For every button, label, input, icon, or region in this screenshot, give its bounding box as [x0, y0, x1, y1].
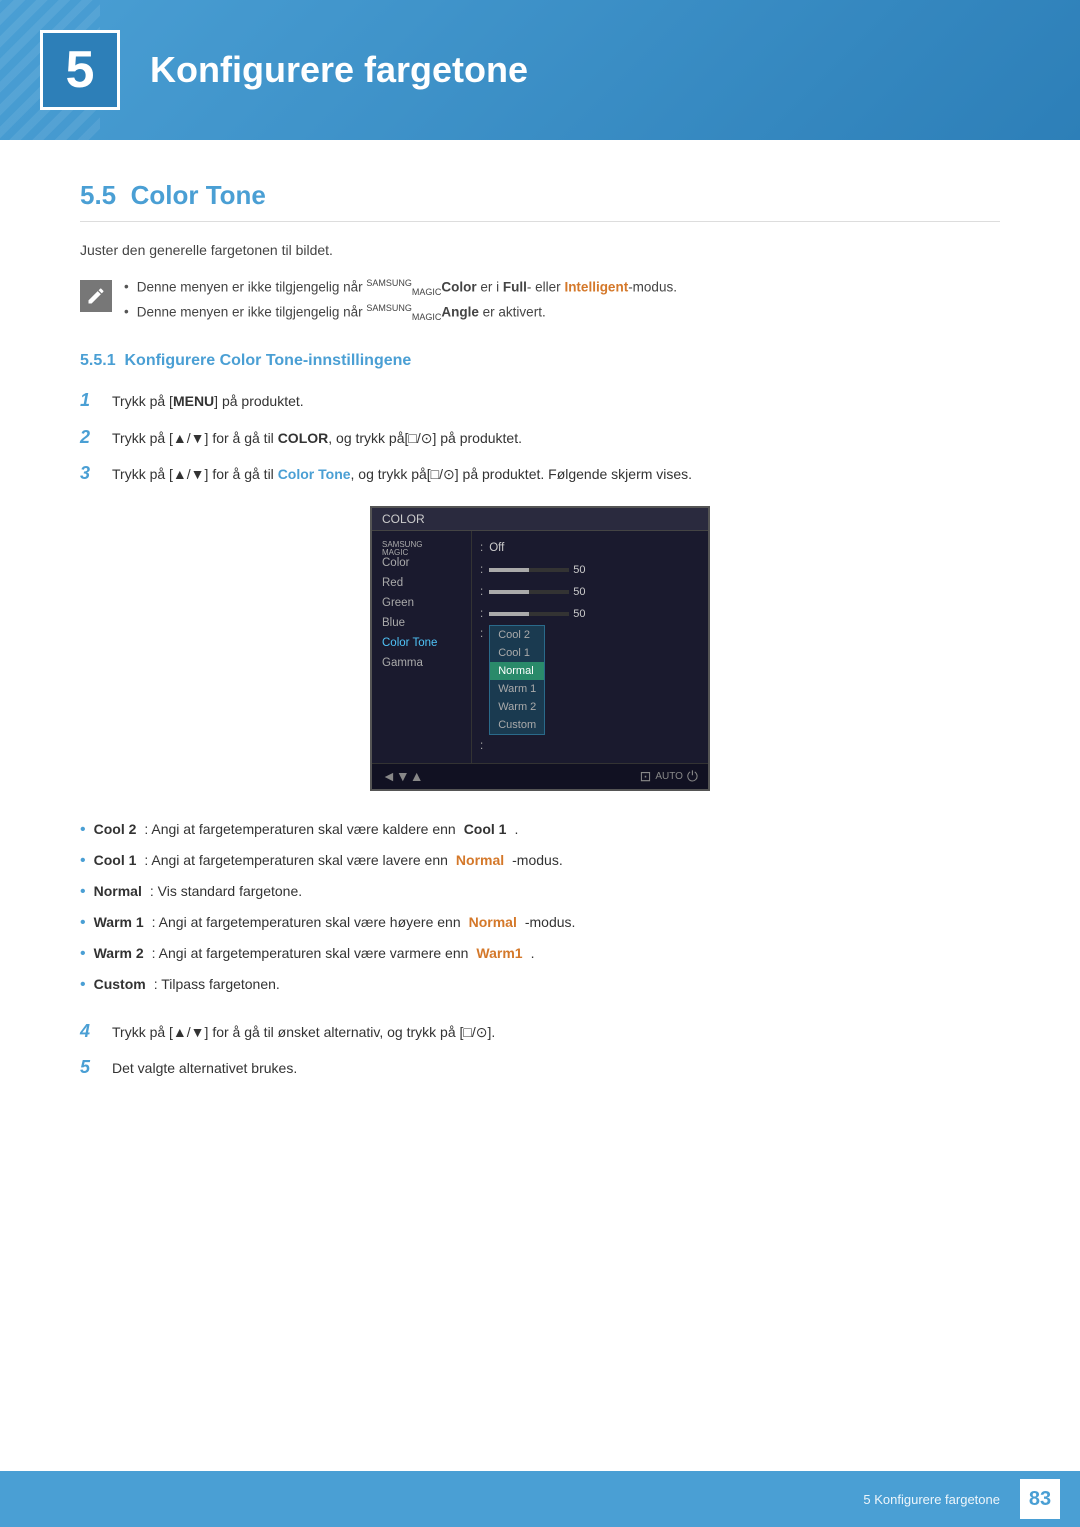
option-warm1: Warm 1 [490, 680, 544, 698]
nav-up-icon: ▲ [410, 768, 424, 784]
value-gamma: : [472, 735, 708, 757]
option-normal: Normal [490, 662, 544, 680]
step-1: 1 Trykk på [MENU] på produktet. [80, 390, 1000, 412]
bar-green: 50 [489, 586, 585, 598]
options-list: Cool 2: Angi at fargetemperaturen skal v… [80, 819, 1000, 997]
nav-auto-icon: AUTO [655, 771, 683, 782]
note-line-2: Denne menyen er ikke tilgjengelig når SA… [124, 303, 677, 322]
step-3: 3 Trykk på [▲/▼] for å gå til Color Tone… [80, 463, 1000, 485]
main-content: 5.5 Color Tone Juster den generelle farg… [0, 180, 1080, 1179]
option-cool1: Cool 1 [490, 644, 544, 662]
option-custom-item: Custom: Tilpass fargetonen. [80, 974, 1000, 997]
step-5: 5 Det valgte alternativet brukes. [80, 1057, 1000, 1079]
screen-title-bar: COLOR [372, 508, 708, 531]
option-custom: Custom [490, 716, 544, 734]
screen-values: : Off : 50 : [472, 531, 708, 763]
option-warm1-item: Warm 1: Angi at fargetemperaturen skal v… [80, 912, 1000, 935]
menu-red: Red [372, 573, 471, 593]
note-line-1: Denne menyen er ikke tilgjengelig når SA… [124, 278, 677, 297]
screen-menu: SAMSUNGMAGICColor Red Green Blue Color T… [372, 531, 472, 763]
footer-page-number: 83 [1020, 1479, 1060, 1519]
nav-down-icon: ▼ [396, 768, 410, 784]
option-cool1-item: Cool 1: Angi at fargetemperaturen skal v… [80, 850, 1000, 873]
option-cool2-item: Cool 2: Angi at fargetemperaturen skal v… [80, 819, 1000, 842]
value-green: : 50 [472, 581, 708, 603]
nav-power-icon: ⏻ [687, 768, 698, 785]
menu-green: Green [372, 593, 471, 613]
menu-color-tone: Color Tone [372, 633, 471, 653]
nav-enter-icon: ⊡ [640, 768, 652, 785]
pencil-icon [86, 286, 106, 306]
note-box: Denne menyen er ikke tilgjengelig når SA… [80, 278, 1000, 322]
color-tone-dropdown: Cool 2 Cool 1 Normal Warm 1 Warm 2 Custo… [489, 625, 545, 735]
note-icon [80, 280, 112, 312]
bar-blue: 50 [489, 608, 585, 620]
steps-4-5: 4 Trykk på [▲/▼] for å gå til ønsket alt… [80, 1021, 1000, 1080]
value-red: : 50 [472, 559, 708, 581]
subsection-heading: 5.5.1 Konfigurere Color Tone-innstilling… [80, 352, 1000, 370]
chapter-header: 5 Konfigurere fargetone [0, 0, 1080, 140]
step-2: 2 Trykk på [▲/▼] for å gå til COLOR, og … [80, 427, 1000, 449]
option-cool2: Cool 2 [490, 626, 544, 644]
screen-body: SAMSUNGMAGICColor Red Green Blue Color T… [372, 531, 708, 763]
chapter-number: 5 [40, 30, 120, 110]
value-blue: : 50 [472, 603, 708, 625]
nav-left-icon: ◄ [382, 768, 396, 784]
footer-chapter-text: 5 Konfigurere fargetone [863, 1492, 1000, 1507]
note-lines: Denne menyen er ikke tilgjengelig når SA… [124, 278, 677, 322]
chapter-title: Konfigurere fargetone [150, 49, 528, 91]
step-4: 4 Trykk på [▲/▼] for å gå til ønsket alt… [80, 1021, 1000, 1043]
section-heading: 5.5 Color Tone [80, 180, 1000, 222]
page-footer: 5 Konfigurere fargetone 83 [0, 1471, 1080, 1527]
menu-gamma: Gamma [372, 653, 471, 673]
steps-list: 1 Trykk på [MENU] på produktet. 2 Trykk … [80, 390, 1000, 485]
value-magic-color: : Off [472, 537, 708, 559]
option-warm2: Warm 2 [490, 698, 544, 716]
value-color-tone: : Cool 2 Cool 1 Normal Warm 1 Warm 2 Cus… [472, 625, 708, 735]
menu-samsung-magic-color: SAMSUNGMAGICColor [372, 537, 471, 573]
option-warm2-item: Warm 2: Angi at fargetemperaturen skal v… [80, 943, 1000, 966]
screen-nav: ◄ ▼ ▲ ⊡ AUTO ⏻ [372, 763, 708, 789]
section-description: Juster den generelle fargetonen til bild… [80, 242, 1000, 258]
screen-container: COLOR SAMSUNGMAGICColor Red Green Blue C… [80, 506, 1000, 791]
menu-blue: Blue [372, 613, 471, 633]
bar-red: 50 [489, 564, 585, 576]
option-normal-item: Normal: Vis standard fargetone. [80, 881, 1000, 904]
screen-mockup: COLOR SAMSUNGMAGICColor Red Green Blue C… [370, 506, 710, 791]
